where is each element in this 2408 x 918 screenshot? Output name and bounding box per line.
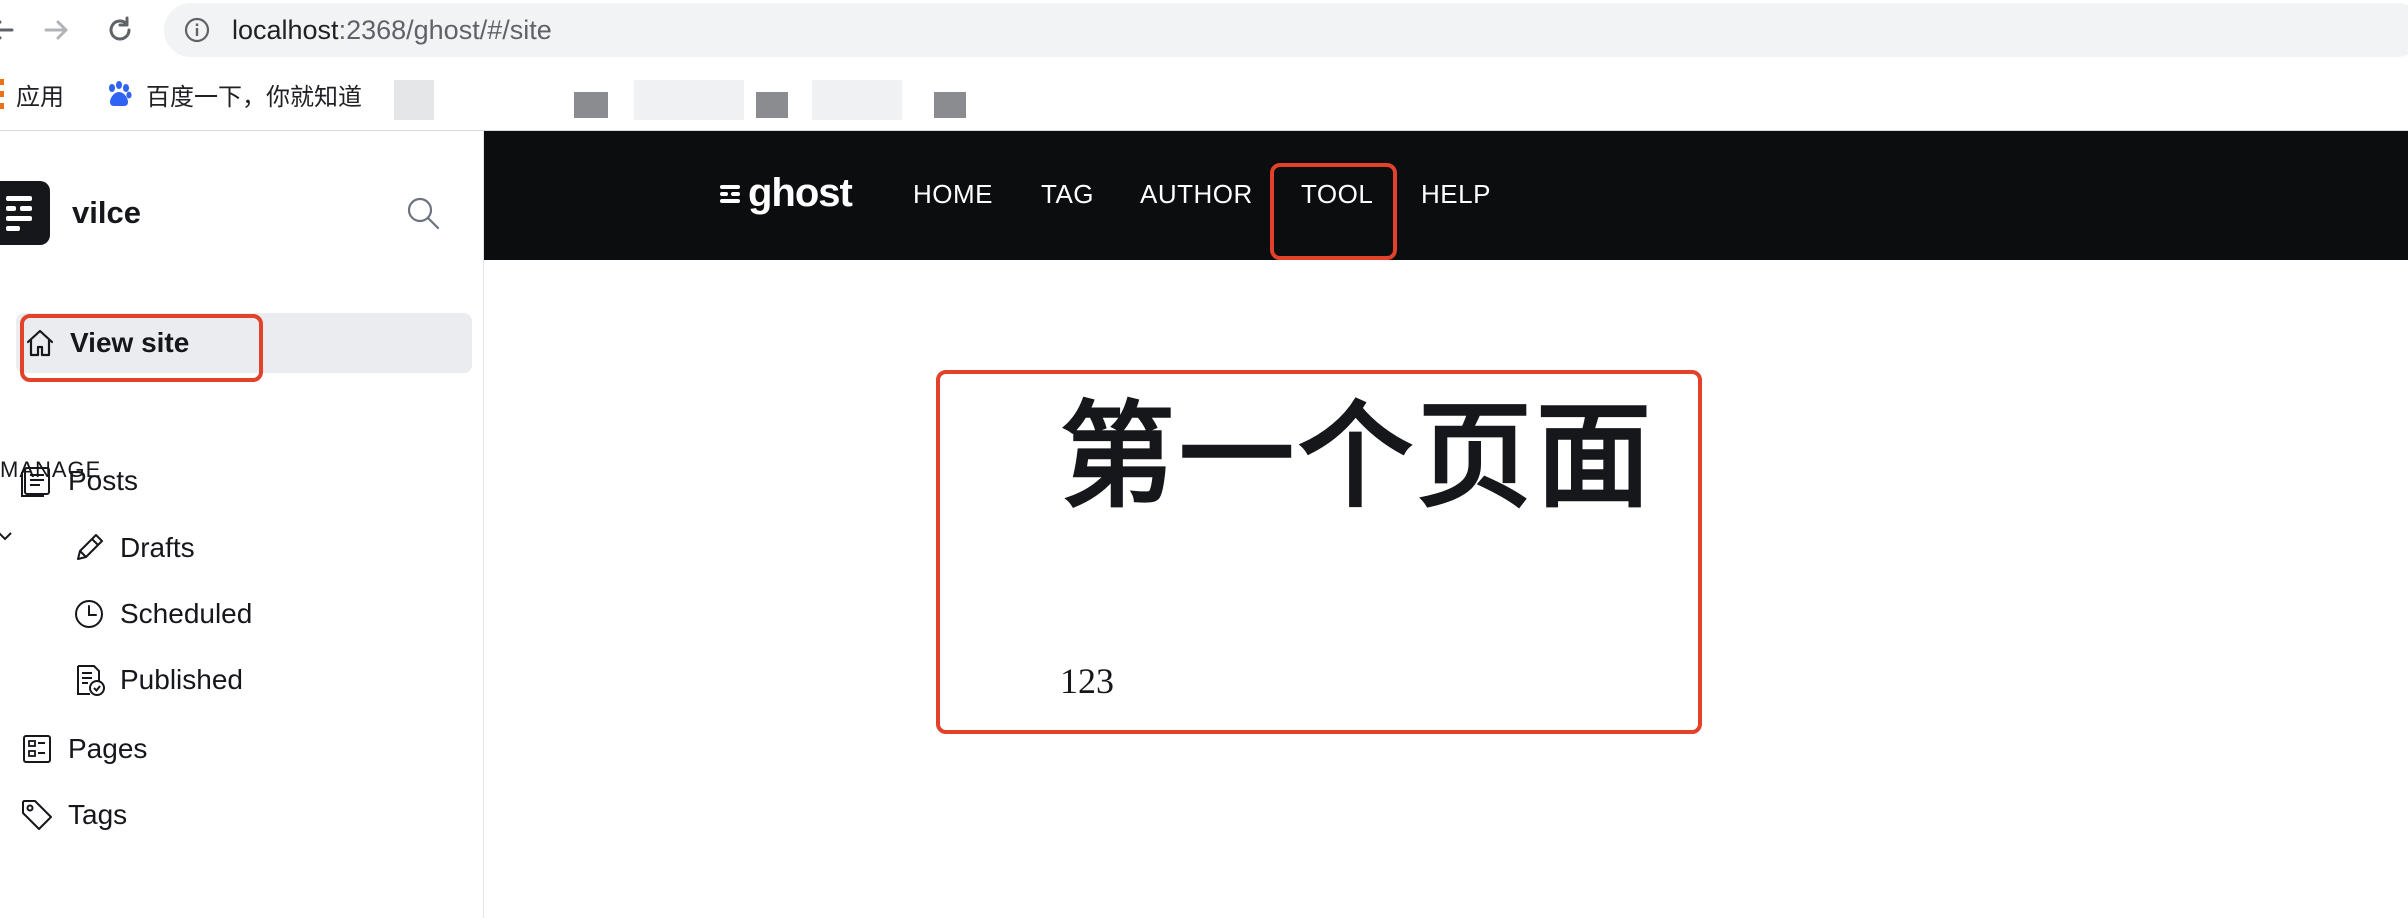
- bookmark-label: 百度一下，你就知道: [146, 83, 362, 111]
- sidebar-item-label: Posts: [68, 465, 139, 496]
- sidebar-item-label: Tags: [68, 799, 128, 830]
- admin-sidebar: vilce View site MANAGE Posts Drafts Sche…: [0, 131, 484, 918]
- redacted-bookmark: [756, 92, 788, 118]
- redacted-bookmark: [812, 80, 902, 120]
- blog-nav-author[interactable]: AUTHOR: [1140, 179, 1253, 210]
- sidebar-item-label: Published: [120, 664, 243, 695]
- site-name[interactable]: vilce: [72, 195, 141, 231]
- posts-icon: [21, 467, 50, 497]
- bookmarks-bar: 应用 百度一下，你就知道: [0, 70, 2408, 118]
- ghost-logo-icon[interactable]: [0, 181, 50, 245]
- sidebar-item-drafts[interactable]: Drafts: [72, 531, 195, 565]
- browser-toolbar: localhost:2368/ghost/#/site 应用 百度一下，你就知道: [0, 0, 2408, 131]
- ghost-wordmark: ghost: [748, 171, 853, 215]
- tag-icon: [22, 800, 52, 830]
- url-text[interactable]: localhost:2368/ghost/#/site: [232, 15, 552, 45]
- sidebar-item-tags[interactable]: Tags: [20, 798, 127, 832]
- url-host: localhost: [232, 15, 339, 45]
- sidebar-item-label: Drafts: [120, 532, 195, 563]
- content-highlight: [936, 370, 1702, 734]
- sidebar-item-published[interactable]: Published: [72, 663, 243, 697]
- redacted-bookmark: [574, 92, 608, 118]
- redacted-bookmark: [394, 80, 434, 120]
- chevron-down-icon[interactable]: [0, 529, 12, 543]
- back-icon[interactable]: [0, 12, 20, 48]
- sidebar-item-pages[interactable]: Pages: [20, 732, 147, 766]
- reload-icon[interactable]: [102, 12, 138, 48]
- baidu-paw-icon: [109, 81, 132, 106]
- bookmark-apps[interactable]: 应用: [0, 70, 64, 118]
- sidebar-item-label: Pages: [68, 733, 148, 764]
- sidebar-item-label: Scheduled: [120, 598, 253, 629]
- bookmark-label: 应用: [16, 83, 64, 111]
- blog-nav-home[interactable]: HOME: [913, 179, 993, 210]
- address-bar[interactable]: localhost:2368/ghost/#/site: [164, 3, 2408, 57]
- tool-nav-highlight: [1270, 163, 1397, 260]
- blog-nav-tag[interactable]: TAG: [1041, 179, 1094, 210]
- ghost-brand[interactable]: ghost: [720, 171, 853, 215]
- forward-icon[interactable]: [38, 12, 74, 48]
- info-icon[interactable]: [184, 17, 210, 43]
- sidebar-item-scheduled[interactable]: Scheduled: [72, 597, 252, 631]
- redacted-bookmark: [934, 92, 966, 118]
- redacted-bookmark: [634, 80, 744, 120]
- view-site-highlight: [20, 314, 263, 382]
- apps-icon: [0, 79, 4, 109]
- pages-icon: [23, 735, 51, 763]
- bookmark-baidu[interactable]: 百度一下，你就知道: [104, 70, 362, 118]
- url-path: :2368/ghost/#/site: [338, 15, 552, 45]
- sidebar-item-posts[interactable]: Posts: [20, 464, 138, 498]
- ghost-logo-icon: [720, 181, 740, 205]
- blog-nav-help[interactable]: HELP: [1421, 179, 1491, 210]
- clock-icon: [75, 600, 103, 628]
- blog-header: ghost HOME TAG AUTHOR TOOL HELP: [484, 131, 2408, 260]
- search-icon[interactable]: [405, 195, 441, 231]
- pencil-icon: [77, 534, 103, 560]
- published-icon: [77, 665, 105, 696]
